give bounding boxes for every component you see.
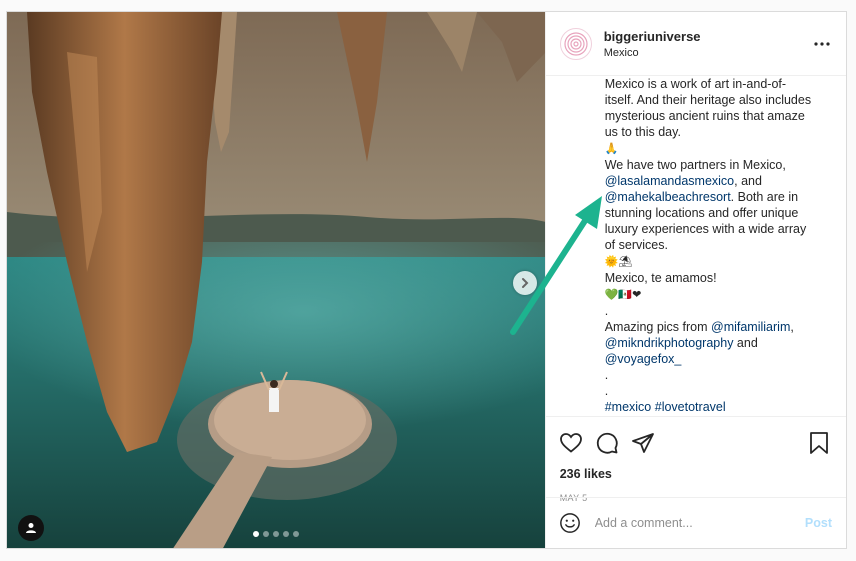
carousel-next-button[interactable] xyxy=(513,271,537,295)
carousel-indicator xyxy=(7,531,545,537)
comment-button[interactable] xyxy=(594,430,620,456)
caption-line: Mexico, te amamos! xyxy=(605,270,816,286)
action-bar xyxy=(546,417,846,459)
caption-line: @voyagefox_ xyxy=(605,351,816,367)
caption-text: us to this day. xyxy=(604,125,681,139)
carousel-dot xyxy=(272,531,279,537)
username-link[interactable]: biggeriuniverse xyxy=(604,29,810,44)
caption-line: us to this day. xyxy=(605,124,816,140)
caption-line: @lasalamandasmexico, and xyxy=(605,173,816,189)
caption-line: mysterious ancient ruins that amaze xyxy=(605,108,816,124)
bookmark-icon xyxy=(810,432,828,454)
caption-line: itself. And their heritage also includes xyxy=(605,92,816,108)
more-options-button[interactable] xyxy=(810,32,834,56)
comment-bubble-icon xyxy=(596,432,618,454)
carousel-dot xyxy=(252,531,259,537)
caption-text: . xyxy=(604,384,609,398)
mention-link[interactable]: @lasalamandasmexico xyxy=(605,174,734,188)
carousel-dot xyxy=(292,531,299,537)
smiley-icon[interactable] xyxy=(559,512,581,534)
caption-text: mysterious ancient ruins that amaze xyxy=(604,109,805,123)
profile-logo-icon xyxy=(564,31,588,56)
mention-link[interactable]: @mikndrikphotography xyxy=(605,336,734,350)
avatar[interactable] xyxy=(559,27,592,60)
cenote-photo xyxy=(7,12,545,548)
share-plane-icon xyxy=(631,433,654,453)
mention-link[interactable]: @voyagefox_ xyxy=(605,352,682,366)
post-header: biggeriuniverse Mexico xyxy=(545,12,846,76)
like-button[interactable] xyxy=(558,430,584,456)
caption-line: of services. xyxy=(605,237,816,253)
caption-line: We have two partners in Mexico, xyxy=(605,157,816,173)
post-actions-section: 236 likes MAY 5 xyxy=(545,416,846,503)
caption-line: @mahekalbeachresort. Both are in xyxy=(605,189,816,205)
mention-link[interactable]: @mifamiliarim xyxy=(711,320,790,334)
caption-text: . xyxy=(604,368,609,382)
user-tag-button[interactable] xyxy=(18,515,44,541)
caption-text: Amazing pics from xyxy=(604,320,711,334)
caption-line: 🙏 xyxy=(605,140,816,157)
post-modal: biggeriuniverse Mexico Mexico is a work … xyxy=(6,11,847,549)
post-photo[interactable] xyxy=(7,12,545,548)
caption-line: 🌞⛱ xyxy=(605,253,816,270)
caption-line: Mexico is a work of art in-and-of- xyxy=(605,76,816,92)
caption-text: of services. xyxy=(604,238,668,252)
caption-text: . xyxy=(604,304,609,318)
caption-line: @mikndrikphotography and xyxy=(605,335,816,351)
caption-line: Amazing pics from @mifamiliarim, xyxy=(605,319,816,335)
caption-text: Mexico, te amamos! xyxy=(604,271,717,285)
mention-link[interactable]: @mahekalbeachresort xyxy=(605,190,731,204)
caption-line: luxury experiences with a wide array xyxy=(605,221,816,237)
more-options-icon xyxy=(814,41,830,46)
chevron-right-icon xyxy=(522,278,529,288)
caption-line: 💚🇲🇽❤ xyxy=(605,286,816,303)
heart-icon xyxy=(559,433,582,453)
caption-text: . Both are in xyxy=(730,190,799,204)
location-link[interactable]: Mexico xyxy=(604,47,810,59)
likes-count[interactable]: 236 likes xyxy=(546,459,846,481)
caption-text: We have two partners in Mexico, xyxy=(604,158,786,172)
caption-line: . xyxy=(605,367,816,383)
post-comment-button[interactable]: Post xyxy=(805,516,832,530)
caption-line: . xyxy=(605,303,816,319)
save-button[interactable] xyxy=(806,430,832,456)
caption-text: Mexico is a work of art in-and-of- xyxy=(604,77,787,91)
caption-text: and xyxy=(733,336,758,350)
caption-text: stunning locations and offer unique xyxy=(604,206,799,220)
caption-line: #mexico #lovetotravel xyxy=(605,399,816,415)
caption-emoji: 🌞⛱ xyxy=(604,255,633,268)
caption-text: luxury experiences with a wide array xyxy=(604,222,807,236)
caption-line: stunning locations and offer unique xyxy=(605,205,816,221)
carousel-dot xyxy=(282,531,289,537)
comment-input[interactable] xyxy=(594,516,805,530)
post-side-panel: biggeriuniverse Mexico Mexico is a work … xyxy=(544,12,846,548)
caption-emoji: 💚🇲🇽❤ xyxy=(604,288,642,301)
carousel-dot xyxy=(262,531,269,537)
caption-text: , and xyxy=(734,174,762,188)
caption-text: , xyxy=(790,320,794,334)
caption-emoji: 🙏 xyxy=(604,142,619,155)
hashtag-link[interactable]: #mexico xyxy=(605,400,652,414)
share-button[interactable] xyxy=(630,430,656,456)
hashtag-link[interactable]: #lovetotravel xyxy=(655,400,726,414)
caption-text: itself. And their heritage also includes xyxy=(604,93,812,107)
comment-bar: Post xyxy=(545,497,846,548)
caption-line: . xyxy=(605,383,816,399)
header-text: biggeriuniverse Mexico xyxy=(604,29,810,59)
post-caption: Mexico is a work of art in-and-of-itself… xyxy=(546,76,846,416)
